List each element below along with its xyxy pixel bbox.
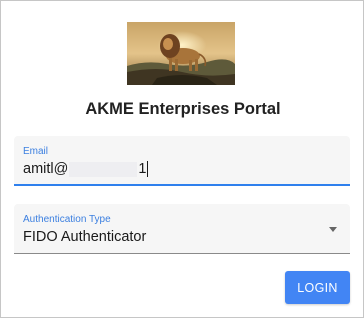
lion-logo-icon <box>127 22 235 85</box>
email-field-label: Email <box>23 146 49 157</box>
page-title: AKME Enterprises Portal <box>85 100 281 118</box>
auth-type-label: Authentication Type <box>23 214 111 225</box>
email-field[interactable]: Email amitl@ 1 <box>14 136 350 186</box>
email-value-suffix: 1 <box>138 161 147 177</box>
email-input[interactable]: amitl@ 1 <box>23 161 149 177</box>
email-value-prefix: amitl@ <box>23 161 69 177</box>
redacted-region <box>69 161 138 177</box>
auth-type-value: FIDO Authenticator <box>23 229 147 245</box>
login-button[interactable]: LOGIN <box>285 271 350 304</box>
chevron-down-icon[interactable] <box>329 227 337 232</box>
auth-type-select[interactable]: Authentication Type FIDO Authenticator <box>14 204 350 254</box>
text-caret <box>147 161 149 177</box>
login-card: AKME Enterprises Portal Email amitl@ 1 A… <box>0 0 364 318</box>
